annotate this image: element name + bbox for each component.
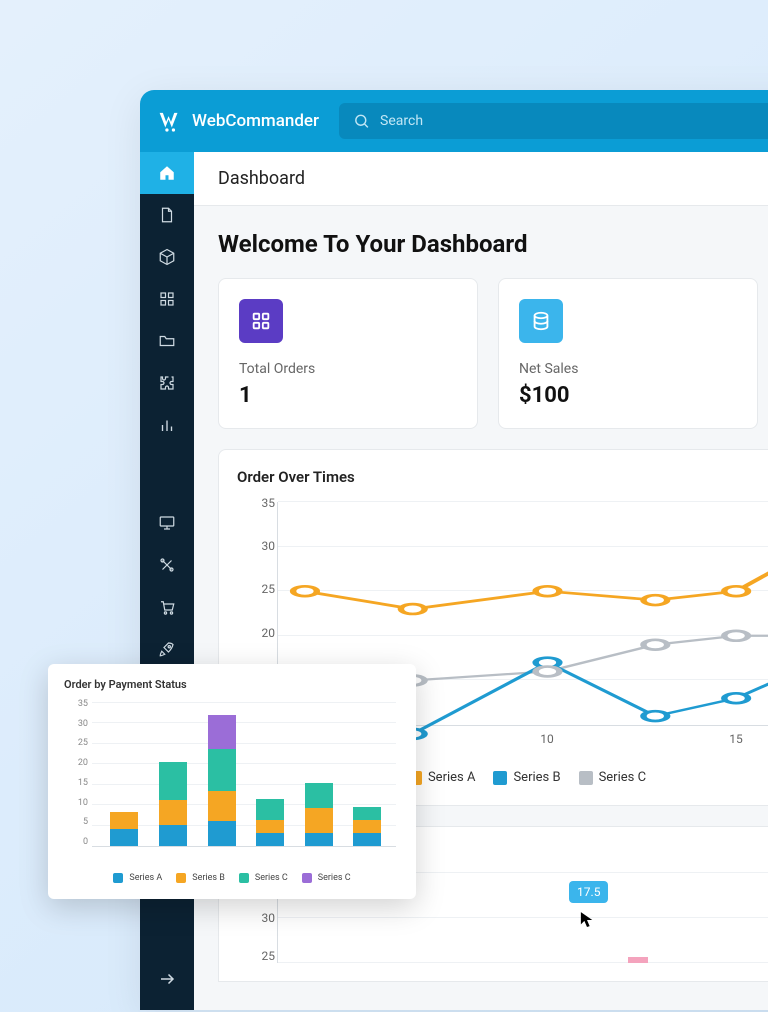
chart2-bar bbox=[628, 957, 648, 963]
sidebar-item-cube[interactable] bbox=[140, 236, 194, 278]
legend-item-b[interactable]: Series B bbox=[176, 873, 225, 883]
y-tick: 30 bbox=[237, 911, 275, 925]
y-tick: 0 bbox=[64, 837, 88, 847]
apps-icon bbox=[250, 310, 272, 332]
y-tick: 10 bbox=[64, 798, 88, 808]
sidebar-item-document[interactable] bbox=[140, 194, 194, 236]
y-tick: 5 bbox=[64, 817, 88, 827]
topbar: WebCommander bbox=[140, 90, 768, 152]
legend-label: Series A bbox=[428, 770, 476, 785]
y-tick: 25 bbox=[64, 738, 88, 748]
y-tick: 20 bbox=[237, 626, 275, 640]
stat-card-netsales[interactable]: Net Sales $100 bbox=[498, 278, 758, 429]
sidebar-item-home[interactable] bbox=[140, 152, 194, 194]
stacked-plot bbox=[92, 703, 396, 847]
y-tick: 25 bbox=[237, 949, 275, 963]
y-tick: 20 bbox=[64, 758, 88, 768]
float-card-title: Order by Payment Status bbox=[64, 678, 400, 691]
folder-icon bbox=[158, 332, 176, 350]
database-icon bbox=[530, 310, 552, 332]
y-tick: 35 bbox=[237, 496, 275, 510]
sidebar-item-grid[interactable] bbox=[140, 278, 194, 320]
legend-label: Series B bbox=[513, 770, 560, 785]
stacked-bar bbox=[159, 762, 187, 846]
y-tick: 30 bbox=[237, 539, 275, 553]
legend-item-d[interactable]: Series C bbox=[302, 873, 351, 883]
y-tick: 25 bbox=[237, 582, 275, 596]
chart2-tooltip: 17.5 bbox=[569, 881, 608, 903]
page-title: Dashboard bbox=[194, 152, 768, 206]
brand-logo-icon bbox=[158, 108, 184, 134]
stacked-bar bbox=[208, 715, 236, 846]
stacked-bar bbox=[256, 799, 284, 846]
search-box[interactable] bbox=[339, 103, 768, 139]
sidebar-item-stats[interactable] bbox=[140, 404, 194, 446]
stacked-bar bbox=[110, 812, 138, 846]
sidebar-item-cart[interactable] bbox=[140, 586, 194, 628]
y-tick: 35 bbox=[64, 699, 88, 709]
orders-label: Total Orders bbox=[239, 361, 457, 377]
netsales-value: $100 bbox=[519, 383, 737, 408]
netsales-label: Net Sales bbox=[519, 361, 737, 377]
netsales-icon bbox=[519, 299, 563, 343]
y-tick: 15 bbox=[64, 778, 88, 788]
y-tick: 30 bbox=[64, 719, 88, 729]
sidebar-item-folder[interactable] bbox=[140, 320, 194, 362]
sidebar-item-puzzle[interactable] bbox=[140, 362, 194, 404]
sidebar-item-tools[interactable] bbox=[140, 544, 194, 586]
legend-item-b[interactable]: Series B bbox=[493, 770, 560, 785]
legend-label: Series C bbox=[318, 873, 351, 883]
cursor-icon bbox=[580, 911, 594, 929]
welcome-heading: Welcome To Your Dashboard bbox=[218, 230, 768, 258]
legend-label: Series C bbox=[599, 770, 646, 785]
legend-label: Series A bbox=[129, 873, 162, 883]
sidebar-collapse[interactable] bbox=[140, 958, 194, 1000]
stacked-legend: Series A Series B Series C Series C bbox=[64, 873, 400, 883]
monitor-icon bbox=[158, 514, 176, 532]
stacked-bar bbox=[305, 783, 333, 846]
legend-item-c[interactable]: Series C bbox=[579, 770, 646, 785]
legend-item-c[interactable]: Series C bbox=[239, 873, 288, 883]
brand[interactable]: WebCommander bbox=[158, 108, 319, 134]
legend-item-a[interactable]: Series A bbox=[408, 770, 476, 785]
chart-title: Order Over Times bbox=[237, 468, 768, 486]
rocket-icon bbox=[158, 640, 176, 658]
cube-icon bbox=[158, 248, 176, 266]
sidebar-item-monitor[interactable] bbox=[140, 502, 194, 544]
stat-cards-row: Total Orders 1 Net Sales $100 bbox=[218, 278, 768, 429]
stacked-y-axis: 0 5 10 15 20 25 30 35 bbox=[64, 699, 88, 847]
bar-chart-icon bbox=[158, 416, 176, 434]
legend-label: Series C bbox=[255, 873, 288, 883]
legend-label: Series B bbox=[192, 873, 225, 883]
stat-card-orders[interactable]: Total Orders 1 bbox=[218, 278, 478, 429]
document-icon bbox=[158, 206, 176, 224]
orders-icon bbox=[239, 299, 283, 343]
brand-name: WebCommander bbox=[192, 111, 319, 131]
tools-icon bbox=[158, 556, 176, 574]
puzzle-icon bbox=[158, 374, 176, 392]
arrow-right-icon bbox=[158, 970, 176, 988]
x-tick: 15 bbox=[729, 732, 743, 746]
grid-icon bbox=[158, 290, 176, 308]
search-input[interactable] bbox=[380, 113, 768, 129]
stacked-bar bbox=[353, 807, 381, 846]
float-card-payment-status: Order by Payment Status 0 5 10 15 20 25 … bbox=[48, 664, 416, 899]
x-tick: 10 bbox=[540, 732, 554, 746]
cart-icon bbox=[158, 598, 176, 616]
orders-value: 1 bbox=[239, 383, 457, 408]
home-icon bbox=[158, 164, 176, 182]
legend-item-a[interactable]: Series A bbox=[113, 873, 162, 883]
search-icon bbox=[353, 112, 370, 130]
